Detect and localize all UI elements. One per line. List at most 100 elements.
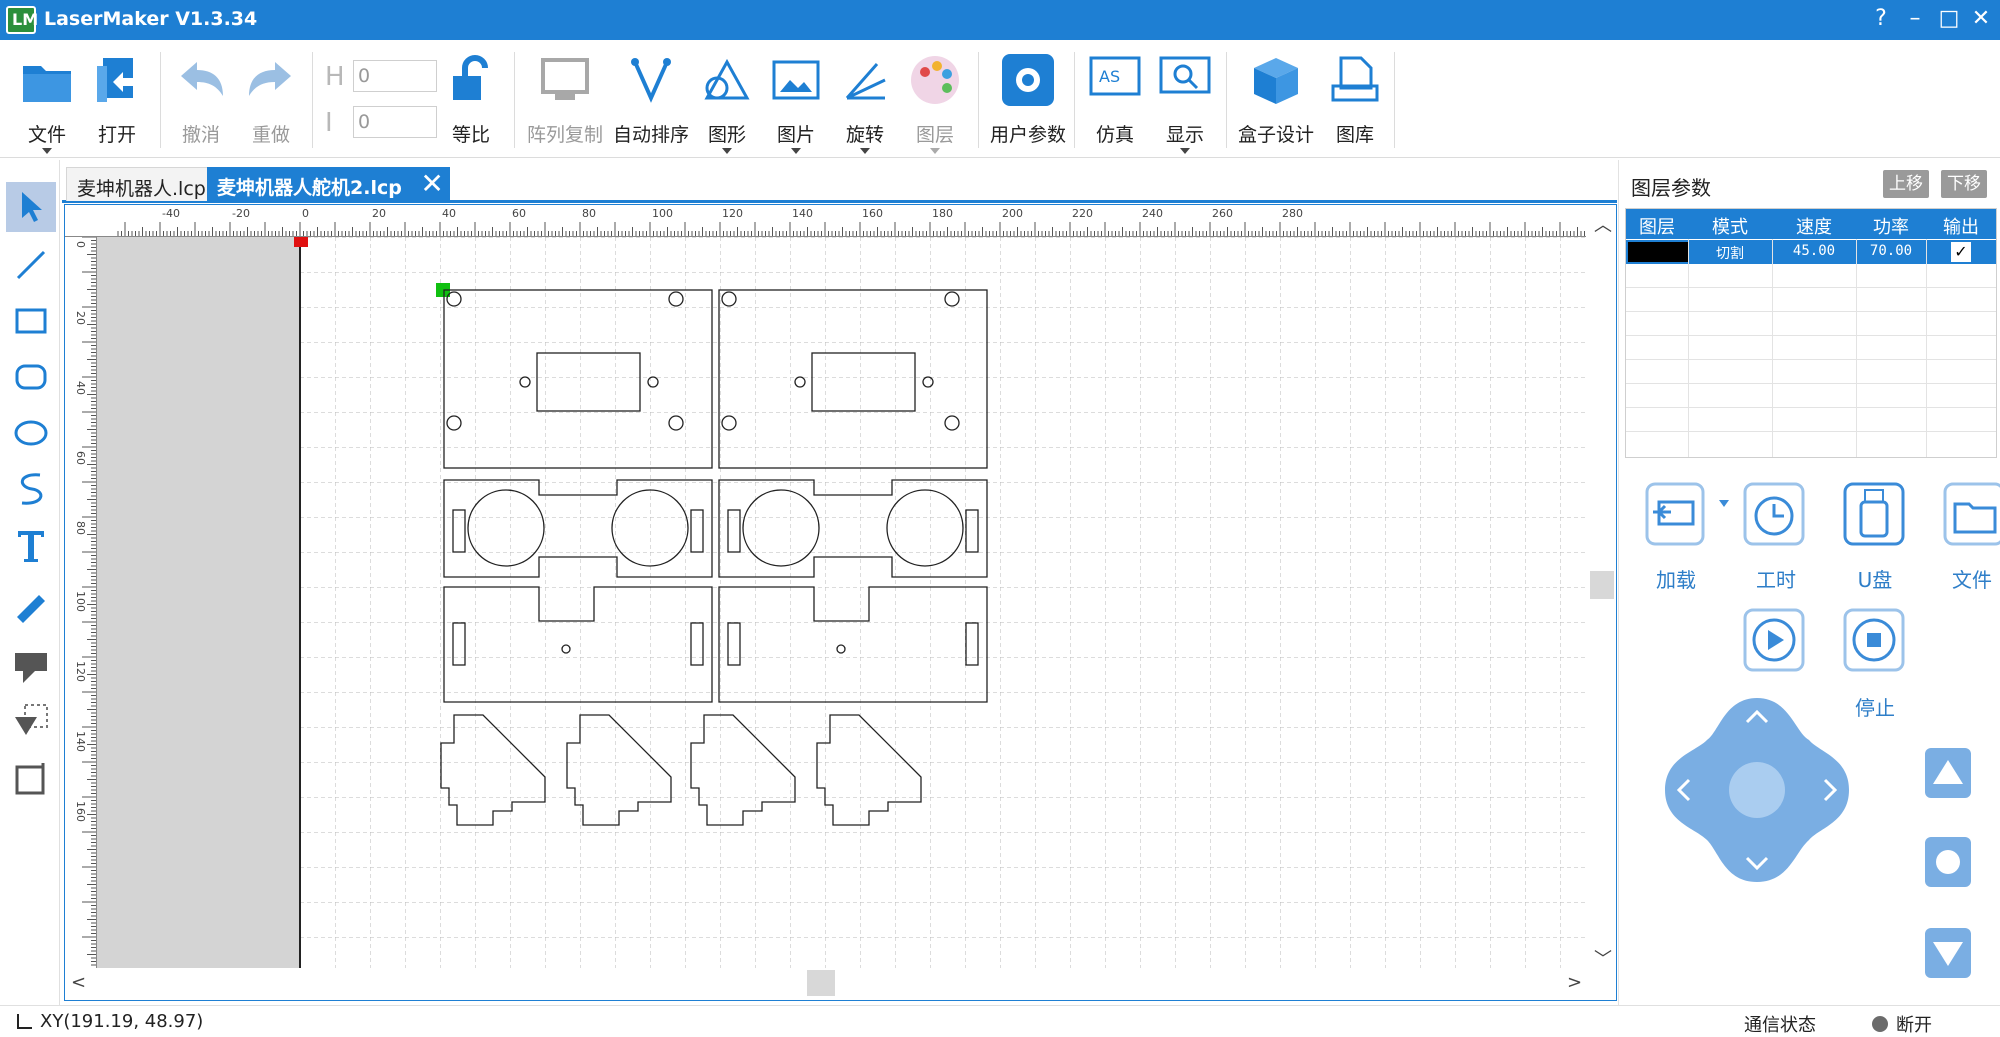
display-label: 显示	[1165, 124, 1204, 146]
chevron-down-icon	[1180, 148, 1190, 154]
scroll-up-icon[interactable]: ︿	[1594, 211, 1612, 237]
close-tab-icon[interactable]: ✕	[420, 169, 443, 199]
grid-area	[300, 237, 1616, 969]
usb-button[interactable]	[1843, 482, 1907, 548]
ruler-label: 200	[1002, 207, 1023, 220]
line-tool[interactable]	[6, 240, 56, 290]
image-menu-button[interactable]: 图片	[757, 48, 835, 156]
rotate-menu-button[interactable]: 旋转	[826, 48, 904, 156]
box-design-label: 盒子设计	[1237, 124, 1314, 146]
layer-label: 图层	[915, 124, 954, 146]
library-button[interactable]: 图库	[1316, 48, 1394, 156]
box-icon	[1254, 58, 1298, 104]
load-dropdown-icon[interactable]	[1719, 500, 1729, 507]
vertical-scrollbar[interactable]: ︿ ﹀	[1586, 205, 1616, 970]
select-area-tool[interactable]	[6, 696, 56, 746]
ellipse-tool[interactable]	[6, 408, 56, 458]
minimize-button[interactable]: –	[1900, 4, 1930, 34]
out-of-bounds-area	[97, 237, 300, 969]
toolbar-divider	[1226, 52, 1227, 148]
usb-drive-icon	[1843, 482, 1905, 546]
vertical-ruler: 0 20 40 60 80 100 120 140 160	[65, 237, 97, 1000]
measure-tool[interactable]	[6, 584, 56, 634]
ruler-label: 80	[582, 207, 596, 220]
lock-icon	[453, 55, 488, 100]
status-bar: XY(191.19, 48.97) 通信状态 断开	[0, 1005, 2000, 1037]
rotate-icon	[845, 63, 886, 100]
display-menu-button[interactable]: 显示	[1146, 48, 1224, 156]
load-button[interactable]	[1645, 482, 1709, 548]
curve-tool[interactable]	[6, 464, 56, 514]
layer-row[interactable]: 切割 45.00 70.00 ✓	[1626, 240, 1996, 264]
tab-document-1[interactable]: 麦坤机器人.lcp	[66, 167, 217, 201]
height-row: H 0	[325, 60, 439, 94]
frame-icon	[15, 763, 45, 795]
fill-arrow-icon	[15, 653, 47, 683]
file-output-button[interactable]	[1943, 482, 2000, 548]
cursor-arrow-icon	[22, 192, 42, 222]
layer-table-header: 图层 模式 速度 功率 输出	[1626, 209, 1996, 239]
move-up-button[interactable]: 上移	[1883, 170, 1929, 198]
layer-speed[interactable]: 45.00	[1772, 243, 1856, 259]
user-params-button[interactable]: 用户参数	[986, 48, 1070, 156]
height-input[interactable]: 0	[353, 60, 437, 92]
work-area[interactable]	[97, 237, 1616, 969]
layer-menu-button[interactable]: 图层	[896, 48, 974, 156]
ruler-label: 40	[74, 381, 87, 395]
layer-power[interactable]: 70.00	[1856, 243, 1926, 259]
toolbar: 文件 打开 撤消 重做 H 0 I 0 等比 阵列复制 自动排序 图形 图片 旋…	[0, 40, 2000, 158]
user-params-label: 用户参数	[989, 124, 1066, 146]
tab-document-2[interactable]: 麦坤机器人舵机2.lcp ✕	[207, 167, 450, 201]
close-button[interactable]: ✕	[1966, 4, 1996, 34]
layer-color-swatch[interactable]	[1628, 242, 1688, 262]
jog-control[interactable]	[1659, 692, 1855, 888]
frame-tool[interactable]	[6, 754, 56, 804]
stop-button[interactable]	[1843, 608, 1907, 674]
svg-text:AS: AS	[1099, 67, 1120, 86]
shape-menu-button[interactable]: 图形	[688, 48, 766, 156]
proportional-label: 等比	[451, 124, 490, 146]
z-up-button[interactable]	[1925, 748, 1971, 798]
horizontal-scroll-thumb[interactable]	[807, 970, 835, 996]
maximize-button[interactable]: □	[1934, 4, 1964, 34]
rectangle-tool[interactable]	[6, 296, 56, 346]
z-down-button[interactable]	[1925, 928, 1971, 978]
box-design-button[interactable]: 盒子设计	[1236, 48, 1316, 156]
fill-tool[interactable]	[6, 640, 56, 690]
start-button[interactable]	[1743, 608, 1807, 674]
vertical-scroll-thumb[interactable]	[1590, 571, 1614, 599]
text-tool[interactable]	[6, 520, 56, 570]
image-label: 图片	[776, 124, 815, 146]
width-row: I 0	[325, 106, 439, 140]
ruler-label: 20	[74, 311, 87, 325]
drawing-tools	[0, 160, 60, 1005]
layer-output-checkbox[interactable]: ✓	[1951, 242, 1971, 262]
ruler-label: 80	[74, 521, 87, 535]
rounded-rectangle-tool[interactable]	[6, 352, 56, 402]
chevron-down-icon	[791, 148, 801, 154]
ruler-label: 0	[302, 207, 309, 220]
help-button[interactable]: ?	[1866, 4, 1896, 34]
redo-button[interactable]: 重做	[232, 48, 310, 156]
circle-icon	[1936, 850, 1960, 874]
z-home-button[interactable]	[1925, 837, 1971, 887]
move-down-button[interactable]: 下移	[1941, 170, 1987, 198]
origin-marker	[294, 237, 308, 247]
width-input[interactable]: 0	[353, 106, 437, 138]
scroll-right-icon[interactable]: >	[1567, 972, 1582, 993]
open-button[interactable]: 打开	[78, 48, 156, 156]
undo-button[interactable]: 撤消	[162, 48, 240, 156]
simulate-button[interactable]: AS 仿真	[1076, 48, 1154, 156]
auto-sort-button[interactable]: 自动排序	[610, 48, 692, 156]
horizontal-scrollbar[interactable]: < >	[65, 968, 1616, 1000]
select-tool[interactable]	[6, 182, 56, 232]
scroll-left-icon[interactable]: <	[71, 972, 86, 993]
proportional-lock-button[interactable]: 等比	[432, 48, 510, 156]
work-time-button[interactable]	[1743, 482, 1807, 548]
array-copy-button[interactable]: 阵列复制	[524, 48, 606, 156]
file-menu-button[interactable]: 文件	[8, 48, 86, 156]
comm-status-label: 通信状态	[1744, 1015, 1816, 1036]
usb-label: U盘	[1857, 568, 1893, 592]
layer-mode[interactable]: 切割	[1688, 243, 1772, 263]
layer-table: 图层 模式 速度 功率 输出 切割 45.00 70.00 ✓	[1625, 208, 1997, 458]
